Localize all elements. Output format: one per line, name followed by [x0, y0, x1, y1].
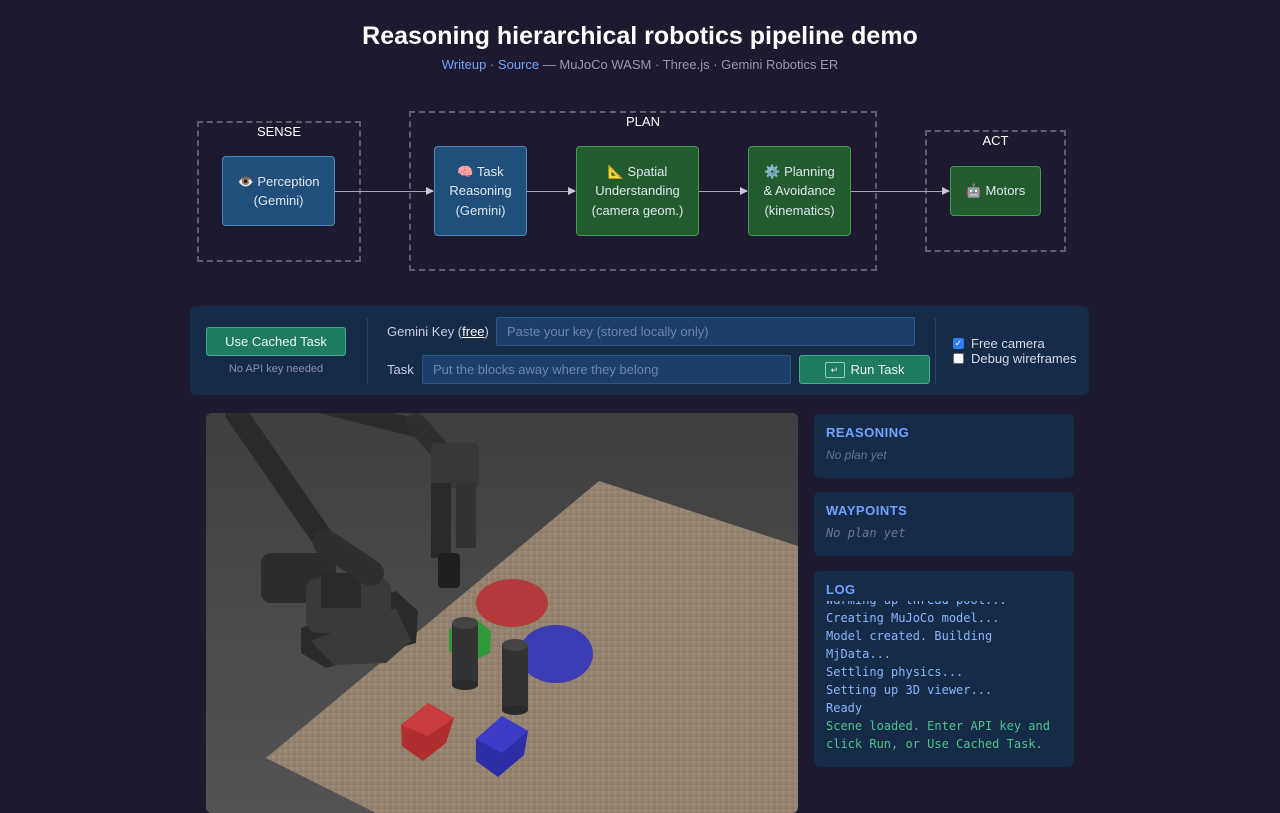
divider [367, 318, 368, 384]
arrow-perception-to-reasoning [335, 187, 434, 195]
brain-icon: 🧠 [457, 163, 474, 179]
log-line: Model created. Building [826, 629, 993, 643]
waypoints-title: WAYPOINTS [826, 503, 908, 518]
reasoning-panel: REASONING No plan yet [814, 414, 1074, 478]
run-task-button[interactable]: ↵ Run Task [799, 355, 930, 384]
log-line: Ready [826, 701, 863, 715]
motors-node: 🤖 Motors [950, 166, 1041, 216]
no-api-key-hint: No API key needed [228, 363, 324, 375]
link-separator: · [489, 57, 495, 72]
log-line: click Run, or Use Cached Task. [826, 737, 1043, 751]
free-camera-label: Free camera [971, 336, 1045, 351]
log-title: LOG [826, 582, 856, 597]
task-label: Task [387, 362, 414, 377]
controls-bar: Use Cached Task No API key needed Gemini… [190, 306, 1089, 395]
debug-wireframes-option[interactable]: Debug wireframes [953, 351, 1077, 366]
free-camera-checkbox[interactable]: ✓ [953, 338, 964, 349]
subtitle: Writeup · Source — MuJoCo WASM · Three.j… [0, 57, 1280, 72]
log-output[interactable]: Warming up thread pool... Creating MuJoCo… [826, 601, 1062, 753]
spatial-method: (camera geom.) [591, 202, 684, 218]
log-line: Creating MuJoCo model... [826, 611, 1000, 625]
reasoning-empty: No plan yet [826, 448, 887, 462]
perception-title: Perception [257, 173, 320, 189]
plan-label: PLAN [626, 114, 660, 129]
free-camera-option[interactable]: ✓ Free camera [953, 336, 1045, 351]
log-line: MjData... [826, 647, 892, 661]
log-line: Scene loaded. Enter API key and [826, 719, 1050, 733]
log-line: Setting up 3D viewer... [826, 683, 993, 697]
task-reasoning-title: Task [476, 163, 504, 179]
gear-icon: ⚙️ [764, 163, 781, 179]
log-line: Warming up thread pool... [826, 601, 1062, 609]
blue-plate [519, 625, 593, 683]
act-label: ACT [982, 133, 1009, 148]
sense-label: SENSE [256, 124, 302, 139]
debug-wireframes-label: Debug wireframes [971, 351, 1077, 366]
task-reasoning-node: 🧠 Task Reasoning (Gemini) [434, 146, 527, 236]
reasoning-title: REASONING [826, 425, 910, 440]
page-title: Reasoning hierarchical robotics pipeline… [362, 22, 918, 50]
planning-title-2: & Avoidance [763, 183, 836, 199]
waypoints-panel: WAYPOINTS No plan yet [814, 492, 1074, 556]
spatial-title-2: Understanding [595, 183, 680, 199]
arrow-reasoning-to-spatial [527, 187, 576, 195]
perception-node: 👁️ Perception (Gemini) [222, 156, 335, 226]
planning-node: ⚙️ Planning & Avoidance (kinematics) [748, 146, 851, 236]
3d-viewport[interactable] [206, 413, 798, 813]
triangle-ruler-icon: 📐 [607, 163, 624, 179]
arrow-spatial-to-planning [699, 187, 748, 195]
run-task-label: Run Task [850, 362, 905, 377]
task-reasoning-model: (Gemini) [455, 202, 506, 218]
cylinder-2 [502, 639, 528, 715]
source-link[interactable]: Source [498, 57, 539, 72]
arrow-planning-to-motors [851, 187, 950, 195]
waypoints-empty: No plan yet [826, 526, 906, 540]
log-panel[interactable]: LOG Warming up thread pool... Creating Mu… [814, 571, 1074, 767]
perception-model: (Gemini) [253, 193, 304, 208]
divider-2 [935, 318, 936, 384]
debug-wireframes-checkbox[interactable] [953, 353, 964, 364]
log-line: Settling physics... [826, 665, 964, 679]
planning-method: (kinematics) [764, 202, 835, 218]
use-cached-task-button[interactable]: Use Cached Task [206, 327, 346, 356]
spatial-node: 📐 Spatial Understanding (camera geom.) [576, 146, 699, 236]
task-input[interactable] [422, 355, 791, 384]
cylinder-1 [452, 617, 478, 690]
robot-icon: 🤖 [965, 183, 982, 199]
gemini-key-input[interactable] [496, 317, 915, 346]
motors-title: Motors [985, 183, 1026, 199]
writeup-link[interactable]: Writeup [442, 57, 487, 72]
red-plate [476, 579, 548, 627]
task-reasoning-title-2: Reasoning [449, 183, 512, 199]
tech-stack-text: — MuJoCo WASM · Three.js · Gemini Roboti… [542, 57, 839, 72]
planning-title: Planning [784, 163, 835, 179]
spatial-title: Spatial [627, 163, 668, 179]
enter-key-icon: ↵ [824, 361, 845, 378]
eye-icon: 👁️ [237, 173, 254, 189]
gemini-key-label: Gemini Key (free) [387, 324, 489, 339]
free-key-link[interactable]: free [462, 324, 484, 339]
